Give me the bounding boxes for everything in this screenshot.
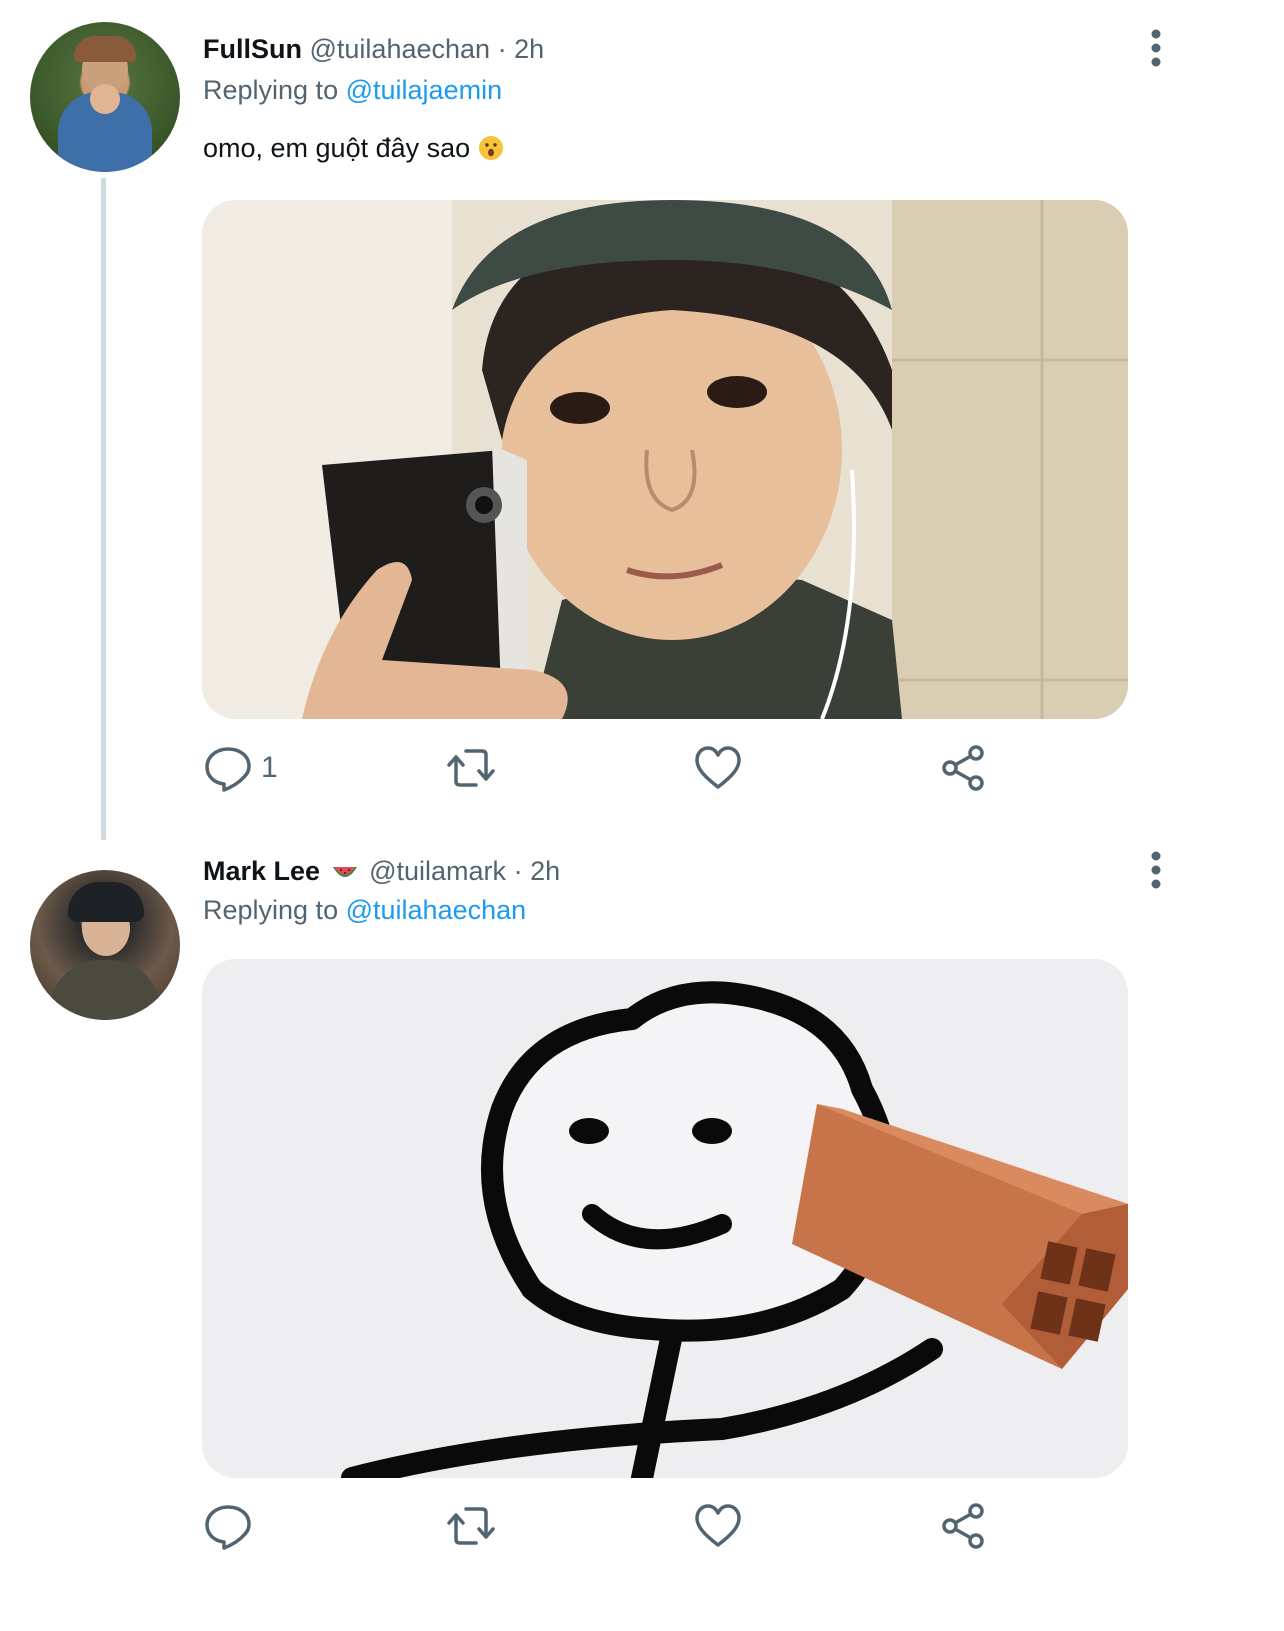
reply-button[interactable]: 1 <box>203 743 278 793</box>
tweet-header: FullSun @tuilahaechan · 2h <box>203 32 544 66</box>
brick-meme-image <box>202 959 1128 1478</box>
retweet-button[interactable] <box>446 743 496 793</box>
replying-to-link[interactable]: @tuilahaechan <box>346 895 527 925</box>
more-options-button[interactable] <box>1140 848 1172 892</box>
replying-to-link[interactable]: @tuilajaemin <box>346 75 502 105</box>
tweet-text-content: omo, em guột đây sao <box>203 133 471 163</box>
heart-icon <box>695 1504 741 1547</box>
tweet-header: Mark Lee @tuilamark · 2h <box>203 854 560 888</box>
tweet-media-photo[interactable] <box>202 200 1128 719</box>
tweet-actions: 1 <box>203 743 1003 793</box>
share-button[interactable] <box>938 1501 988 1551</box>
reply-count: 1 <box>261 751 278 784</box>
timestamp[interactable]: 2h <box>530 856 560 886</box>
separator-dot: · <box>497 34 507 64</box>
tweet[interactable]: FullSun @tuilahaechan · 2h Replying to @… <box>0 0 1284 860</box>
retweet-button[interactable] <box>446 1501 496 1551</box>
replying-prefix: Replying to <box>203 75 339 105</box>
tweet-actions <box>203 1501 1003 1551</box>
speech-bubble-icon <box>205 747 251 792</box>
replying-to: Replying to @tuilajaemin <box>203 73 502 107</box>
thread-line <box>101 178 106 840</box>
retweet-icon <box>447 1507 495 1545</box>
vertical-dots-icon <box>1151 851 1161 889</box>
user-handle[interactable]: @tuilahaechan <box>310 34 491 64</box>
user-handle[interactable]: @tuilamark <box>369 856 506 886</box>
astonished-face-icon <box>478 136 503 160</box>
tweet-media-meme[interactable] <box>202 959 1128 1478</box>
replying-to: Replying to @tuilahaechan <box>203 893 526 927</box>
avatar[interactable] <box>30 22 180 172</box>
timestamp[interactable]: 2h <box>514 34 544 64</box>
share-icon <box>942 745 984 791</box>
tweet-text: omo, em guột đây sao <box>203 130 504 166</box>
speech-bubble-icon <box>205 1505 251 1550</box>
heart-icon <box>695 746 741 789</box>
reply-button[interactable] <box>203 1501 261 1551</box>
more-options-button[interactable] <box>1140 26 1172 70</box>
display-name[interactable]: FullSun <box>203 34 302 64</box>
avatar[interactable] <box>30 870 180 1020</box>
display-name[interactable]: Mark Lee <box>203 856 320 886</box>
retweet-icon <box>447 749 495 787</box>
like-button[interactable] <box>693 1501 743 1551</box>
separator-dot: · <box>513 856 523 886</box>
like-button[interactable] <box>693 743 743 793</box>
vertical-dots-icon <box>1151 29 1161 67</box>
share-button[interactable] <box>938 743 988 793</box>
watermelon-icon <box>332 866 357 877</box>
selfie-photo <box>202 200 1128 719</box>
share-icon <box>942 1503 984 1549</box>
replying-prefix: Replying to <box>203 895 339 925</box>
tweet[interactable]: Mark Lee @tuilamark · 2h Replying to @tu… <box>0 851 1284 1631</box>
